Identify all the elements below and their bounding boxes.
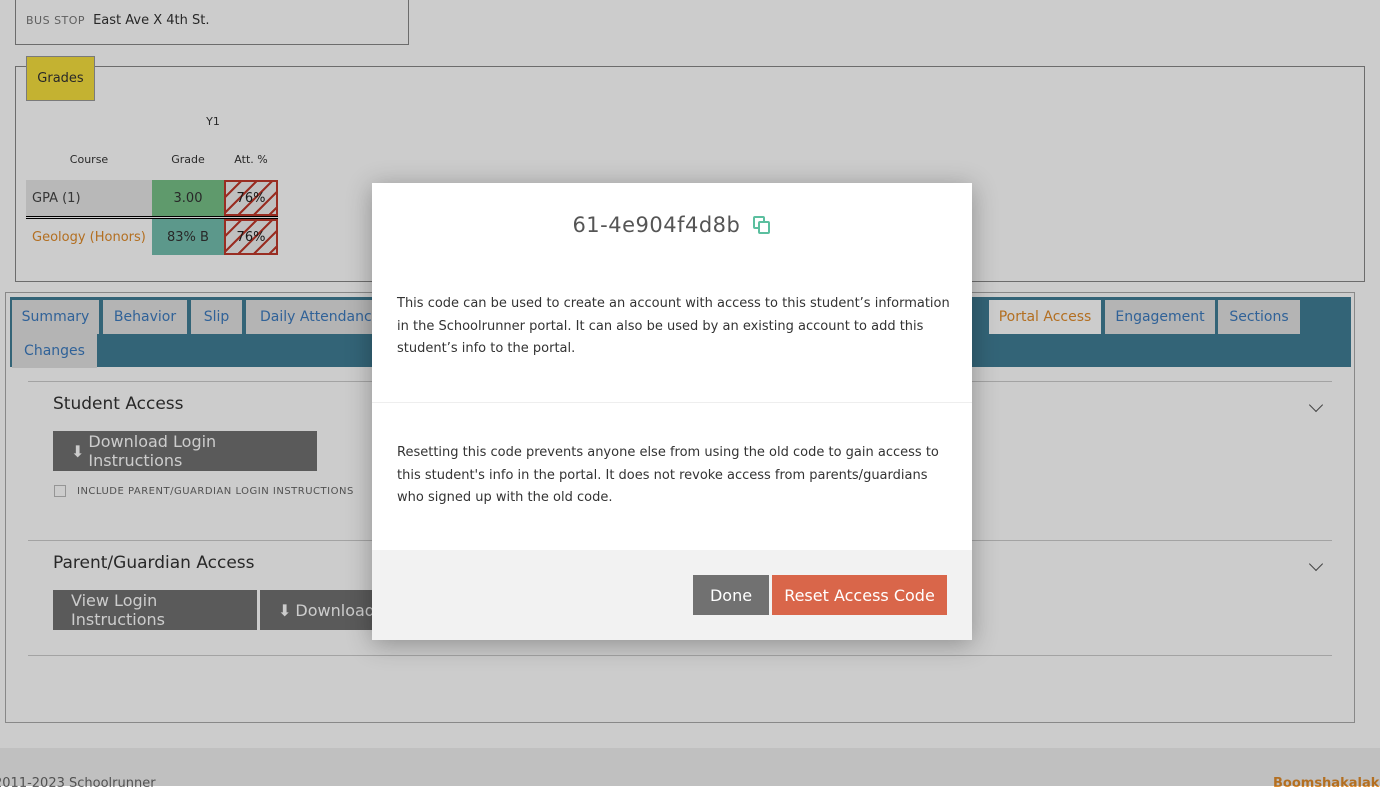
- access-code-description: This code can be used to create an accou…: [397, 296, 950, 356]
- done-button[interactable]: Done: [693, 575, 769, 615]
- access-code-modal: 61-4e904f4d8b This code can be used to c…: [372, 183, 972, 640]
- access-code: 61-4e904f4d8b: [572, 213, 741, 237]
- reset-note: Resetting this code prevents anyone else…: [397, 445, 939, 505]
- modal-footer: Done Reset Access Code: [372, 550, 972, 640]
- access-code-title: 61-4e904f4d8b: [372, 213, 972, 237]
- divider: [372, 402, 972, 403]
- copy-icon[interactable]: [752, 216, 772, 234]
- reset-access-code-button[interactable]: Reset Access Code: [772, 575, 947, 615]
